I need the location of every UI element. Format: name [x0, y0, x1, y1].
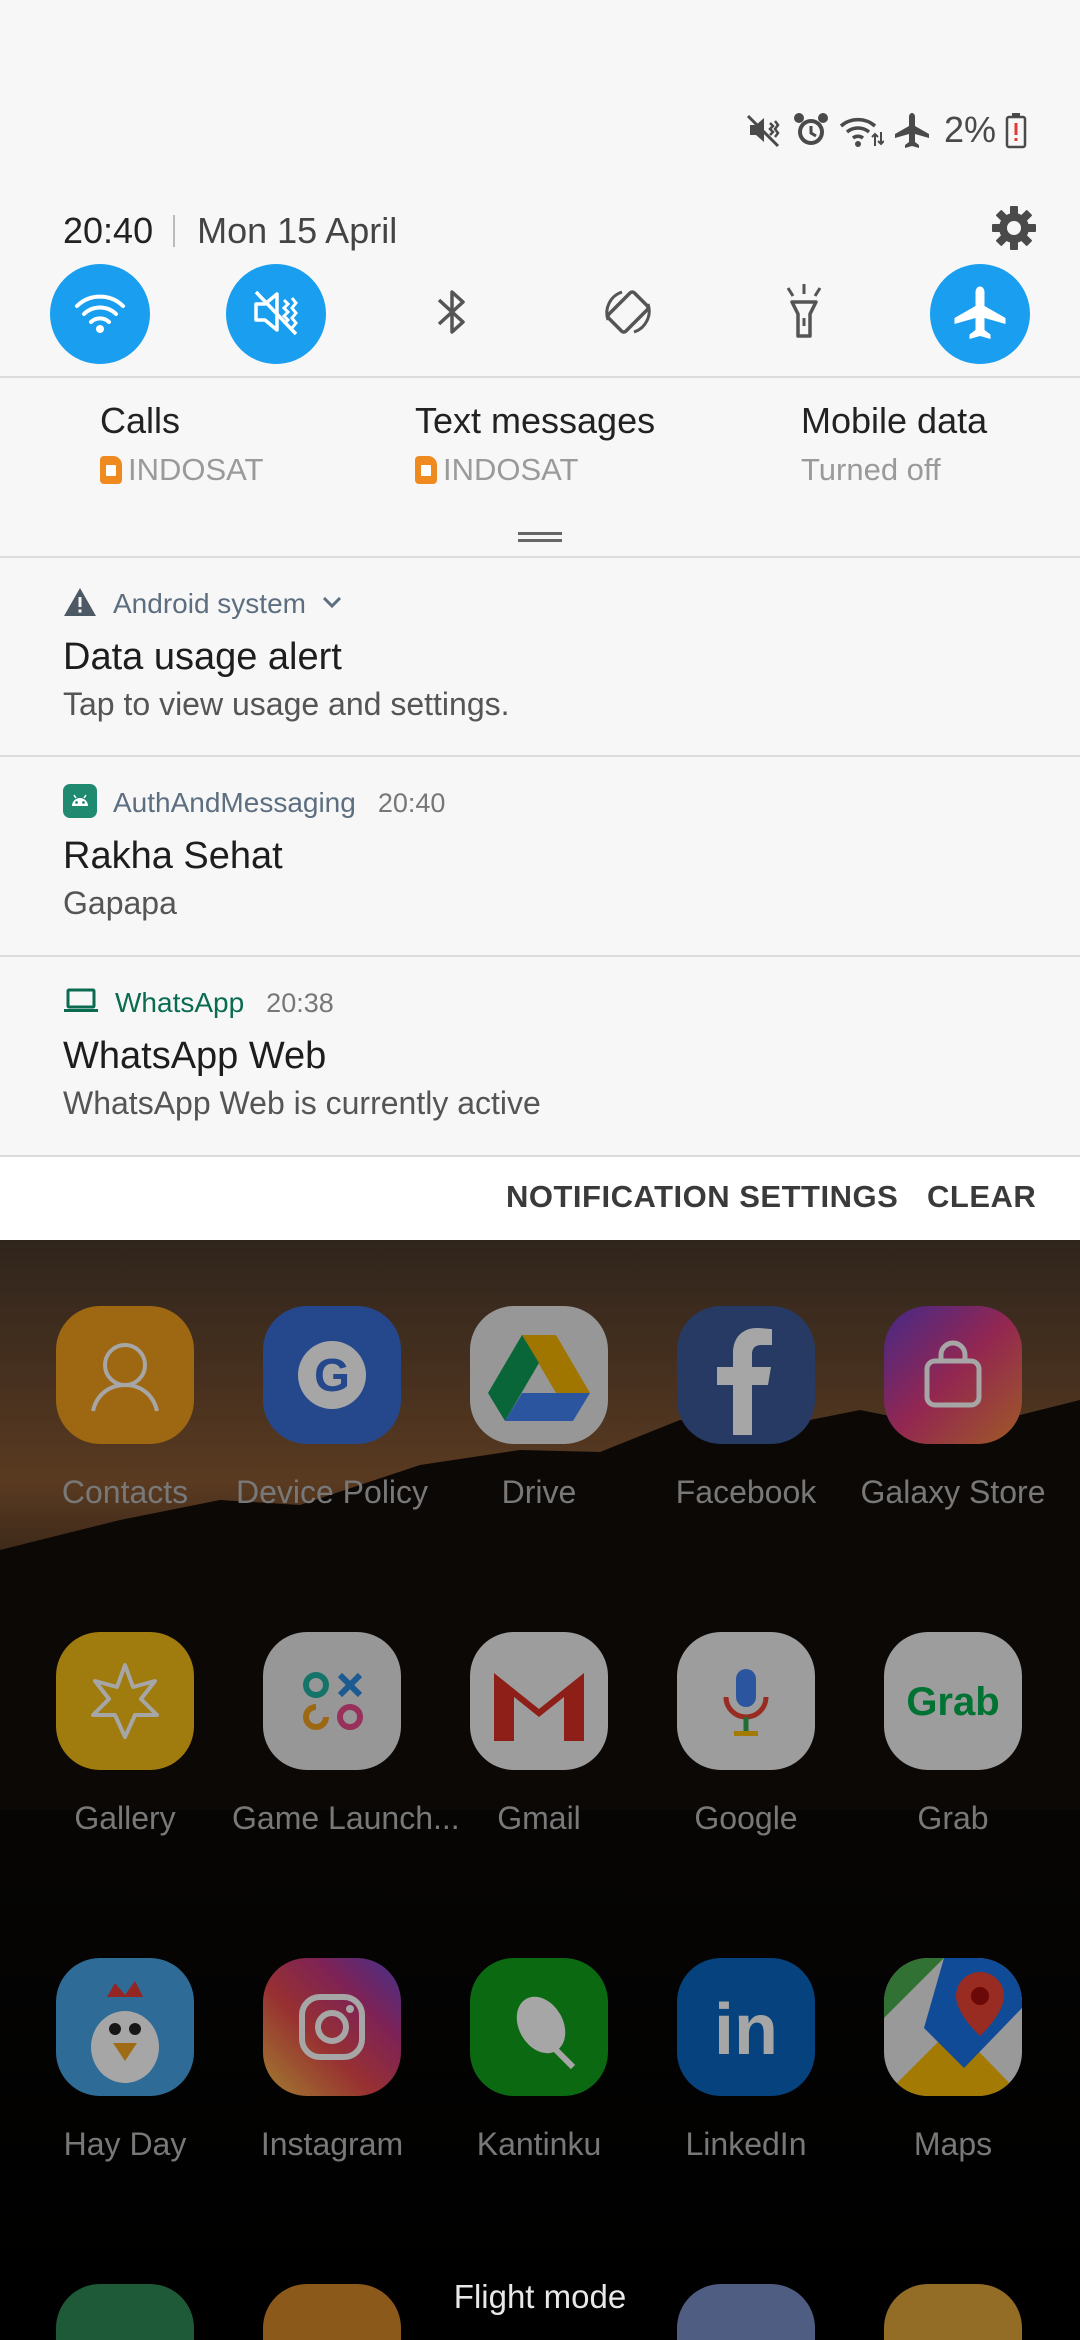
rotate-icon [596, 280, 660, 349]
sim-calls-value: INDOSAT [128, 452, 264, 487]
dim-overlay [0, 1240, 1080, 2340]
qs-sound-toggle[interactable] [226, 264, 326, 364]
wifi-data-icon [838, 110, 884, 150]
notification-actions-bar: NOTIFICATION SETTINGS CLEAR [0, 1157, 1080, 1240]
sim-card-icon [415, 456, 437, 484]
sim-settings-row: Calls INDOSAT Text messages INDOSAT Mobi… [0, 400, 1080, 500]
mobile-data-title: Mobile data [801, 400, 988, 441]
qs-wifi-toggle[interactable] [50, 264, 150, 364]
notification-title: WhatsApp Web [63, 1035, 327, 1077]
date-text: Mon 15 April [197, 210, 398, 251]
quick-settings-row [50, 264, 1030, 364]
settings-gear-icon[interactable] [986, 200, 1042, 256]
notification-app-name: WhatsApp [115, 987, 245, 1018]
qs-bluetooth-toggle[interactable] [402, 264, 502, 364]
sim-calls-title: Calls [100, 400, 181, 441]
android-app-icon [63, 783, 97, 823]
mute-vibrate-icon [744, 110, 784, 150]
flashlight-icon [776, 280, 832, 349]
mute-icon [246, 282, 306, 347]
notification-body: Tap to view usage and settings. [63, 686, 510, 722]
notification-auth-messaging[interactable]: AuthAndMessaging 20:40 Rakha Sehat Gapap… [0, 757, 1080, 955]
drag-handle[interactable] [518, 532, 562, 542]
sim-texts[interactable]: Text messages INDOSAT [415, 400, 655, 488]
sim-texts-title: Text messages [415, 400, 656, 441]
airplane-icon [950, 282, 1010, 347]
notification-title: Rakha Sehat [63, 835, 283, 877]
notification-app-name: Android system [113, 588, 306, 619]
warning-icon [63, 587, 97, 622]
sim-texts-value: INDOSAT [443, 452, 579, 487]
qs-rotate-toggle[interactable] [578, 264, 678, 364]
notification-title: Data usage alert [63, 636, 342, 678]
qs-flight-mode-toggle[interactable] [930, 264, 1030, 364]
notification-body: WhatsApp Web is currently active [63, 1085, 541, 1121]
notification-time: 20:40 [377, 787, 446, 818]
notification-app-name: AuthAndMessaging [113, 787, 356, 818]
clock-time: 20:40 [63, 210, 154, 251]
sim-card-icon [100, 456, 122, 484]
divider [0, 376, 1080, 378]
notification-whatsapp[interactable]: WhatsApp 20:38 WhatsApp Web WhatsApp Web… [0, 957, 1080, 1155]
notification-shade: 2% 20:40 Mon 15 April Calls INDOSAT Text… [0, 0, 1080, 1240]
time-date-separator [173, 215, 176, 247]
mobile-data[interactable]: Mobile data Turned off [801, 400, 987, 488]
mobile-data-value: Turned off [801, 452, 941, 487]
alarm-icon [792, 110, 830, 150]
sim-calls[interactable]: Calls INDOSAT [100, 400, 264, 488]
status-bar: 2% [744, 100, 1028, 160]
notification-android-system[interactable]: Android system Data usage alert Tap to v… [0, 558, 1080, 754]
time-date-row: 20:40 Mon 15 April [63, 204, 1040, 258]
flight-mode-toast: Flight mode [453, 2278, 627, 2315]
notification-body: Gapapa [63, 885, 177, 921]
notification-time: 20:38 [266, 987, 334, 1018]
wifi-icon [72, 284, 128, 345]
clear-button[interactable]: CLEAR [927, 1179, 1036, 1215]
qs-flashlight-toggle[interactable] [754, 264, 854, 364]
notification-settings-button[interactable]: NOTIFICATION SETTINGS [506, 1179, 898, 1215]
battery-low-icon [1004, 110, 1028, 150]
battery-percent: 2% [943, 109, 996, 150]
chevron-down-icon[interactable] [320, 592, 344, 617]
home-screen: Contacts G Device Policy Drive Facebook … [0, 1240, 1080, 2340]
laptop-icon [63, 987, 99, 1020]
bluetooth-icon [427, 282, 477, 347]
airplane-icon [892, 110, 932, 150]
